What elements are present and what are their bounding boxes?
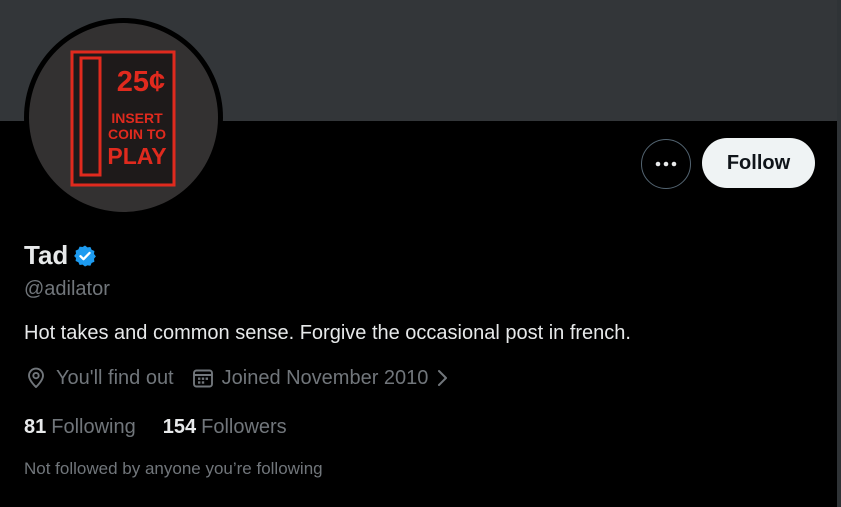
followers-you-know-text: Not followed by anyone you’re following: [24, 459, 323, 478]
followers-count: 154: [162, 416, 197, 438]
avatar-line3-text: PLAY: [107, 143, 166, 169]
location-text: You'll find out: [56, 366, 174, 389]
followers-label: Followers: [201, 416, 287, 438]
verified-badge-icon[interactable]: [73, 244, 97, 268]
name-row: Tad: [24, 240, 97, 271]
avatar-line2-text: COIN TO: [108, 126, 166, 142]
joined-item[interactable]: Joined November 2010: [192, 367, 451, 390]
more-options-button[interactable]: [641, 139, 691, 189]
calendar-icon: [192, 369, 213, 388]
following-label: Following: [51, 416, 136, 438]
location-item: You'll find out: [24, 366, 174, 390]
user-handle: @adilator: [24, 278, 110, 300]
scrollbar-track[interactable]: [837, 0, 841, 507]
more-dots-icon: [655, 161, 677, 167]
followers-link[interactable]: 154 Followers: [163, 416, 287, 439]
following-link[interactable]: 81 Following: [24, 416, 136, 439]
display-name: Tad: [24, 240, 69, 270]
profile-bio: Hot takes and common sense. Forgive the …: [24, 322, 631, 344]
avatar[interactable]: 25¢ INSERT COIN TO PLAY: [29, 23, 218, 212]
chevron-right-icon: [438, 370, 448, 386]
insert-coin-artwork: 25¢ INSERT COIN TO PLAY: [70, 50, 176, 187]
joined-text: Joined November 2010: [221, 366, 429, 389]
location-pin-icon: [28, 367, 44, 388]
follow-counts: 81 Following 154 Followers: [24, 416, 287, 439]
avatar-price-text: 25¢: [117, 66, 165, 98]
profile-meta: You'll find out Joined November 2010: [24, 366, 450, 390]
following-count: 81: [24, 416, 47, 438]
follow-button[interactable]: Follow: [702, 138, 815, 188]
avatar-line1-text: INSERT: [111, 110, 163, 126]
